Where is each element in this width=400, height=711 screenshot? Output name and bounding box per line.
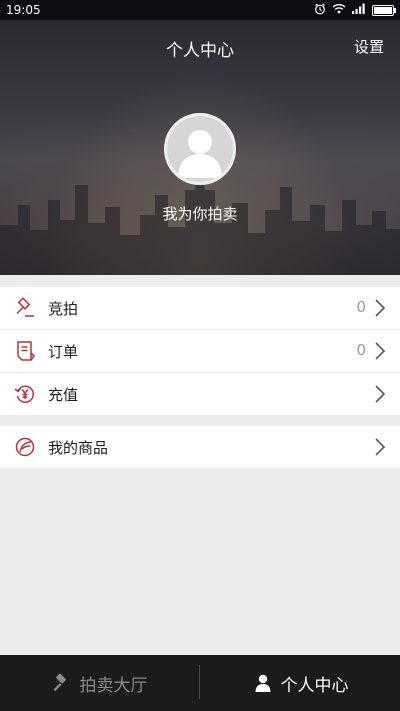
signal-icon [352, 3, 366, 17]
tab-label: 个人中心 [280, 675, 349, 696]
menu-item-label: 订单 [48, 343, 79, 361]
my-goods-icon [14, 436, 36, 458]
menu-item-orders[interactable]: 订单 0 [0, 330, 400, 373]
menu-item-recharge[interactable]: 充值 [0, 373, 400, 415]
gavel-icon [14, 297, 36, 319]
chevron-right-icon [374, 385, 386, 403]
username: 我为你拍卖 [162, 205, 238, 223]
menu-group-secondary: 我的商品 [0, 426, 400, 468]
settings-button[interactable]: 设置 [354, 36, 384, 57]
menu-item-label: 竞拍 [48, 300, 79, 318]
page-title: 个人中心 [166, 41, 234, 61]
recharge-icon [14, 383, 36, 405]
tab-label: 拍卖大厅 [79, 675, 148, 696]
avatar-placeholder-icon [178, 130, 222, 178]
menu-item-bidding[interactable]: 竞拍 0 [0, 287, 400, 330]
menu-item-count: 0 [356, 298, 366, 316]
menu-group-primary: 竞拍 0 订单 0 充值 [0, 287, 400, 415]
profile-header: 个人中心 设置 我为你拍卖 [0, 20, 400, 275]
avatar[interactable] [164, 113, 236, 185]
alarm-icon [314, 3, 326, 18]
menu-item-label: 我的商品 [48, 439, 109, 457]
chevron-right-icon [374, 438, 386, 456]
tab-personal-center[interactable]: 个人中心 [201, 655, 400, 711]
status-bar: 19:05 [0, 0, 400, 20]
tab-auction-hall[interactable]: 拍卖大厅 [0, 655, 199, 711]
battery-icon [372, 4, 396, 16]
menu-item-count: 0 [356, 341, 366, 359]
menu-item-label: 充值 [48, 386, 79, 404]
status-icons [314, 3, 396, 18]
gavel-icon [52, 673, 72, 693]
person-icon [253, 673, 273, 693]
tab-divider [199, 665, 200, 699]
status-time: 19:05 [6, 3, 41, 17]
bottom-tab-bar: 拍卖大厅 个人中心 [0, 655, 400, 711]
menu-item-my-goods[interactable]: 我的商品 [0, 426, 400, 468]
chevron-right-icon [374, 299, 386, 317]
chevron-right-icon [374, 342, 386, 360]
order-icon [14, 340, 36, 362]
wifi-icon [332, 3, 346, 17]
